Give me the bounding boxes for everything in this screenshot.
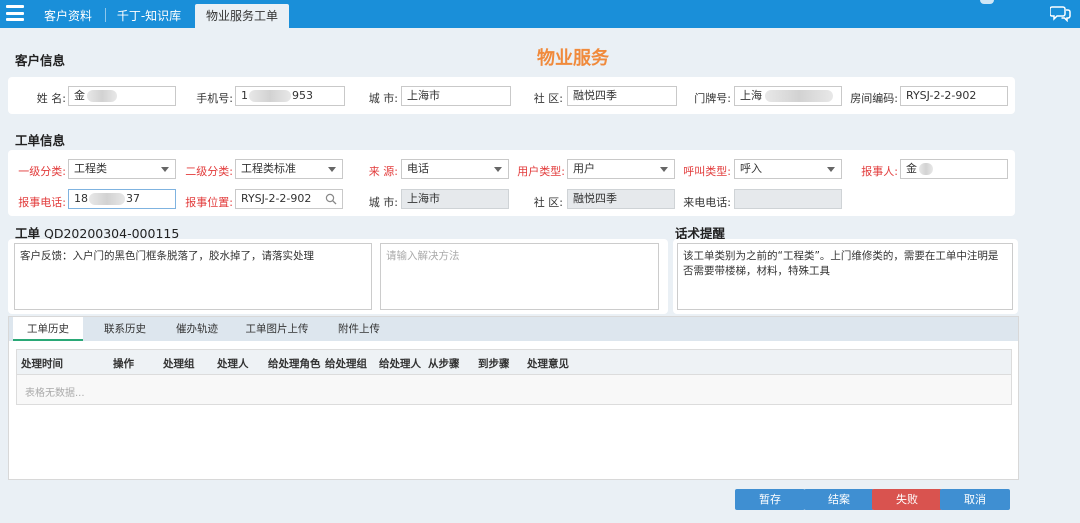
masked-text (89, 193, 125, 205)
notification-indicator (980, 0, 994, 4)
column-header[interactable]: 处理意见 (527, 356, 569, 371)
community-field[interactable]: 融悦四季 (567, 86, 677, 106)
incoming-phone-field (734, 189, 842, 209)
column-header[interactable]: 到步骤 (478, 356, 510, 371)
masked-text (249, 90, 291, 102)
tab-contact-history[interactable]: 联系历史 (89, 317, 161, 341)
user-type-value: 用户 (573, 162, 595, 175)
column-header[interactable]: 处理时间 (21, 356, 63, 371)
name-label: 姓 名: (36, 92, 66, 105)
chevron-down-icon (161, 167, 169, 172)
tab-urge-track[interactable]: 催办轨迹 (161, 317, 233, 341)
reporter-value: 金 (906, 162, 917, 175)
phone-prefix: 1 (241, 89, 248, 102)
column-header[interactable]: 给处理角色 (268, 356, 321, 371)
top-nav-bar: 客户资料 千丁-知识库 物业服务工单 (0, 0, 1080, 28)
column-header[interactable]: 处理组 (163, 356, 195, 371)
ticket-community-label: 社 区: (533, 196, 563, 209)
nav-tab-knowledge-base[interactable]: 千丁-知识库 (108, 4, 190, 28)
chat-icon[interactable] (1050, 4, 1072, 22)
source-value: 电话 (407, 162, 429, 175)
category1-label: 一级分类: (18, 165, 66, 178)
close-case-button[interactable]: 结案 (804, 489, 874, 510)
history-table-header: 处理时间 操作 处理组 处理人 给处理角色 给处理组 给处理人 从步骤 到步骤 … (16, 349, 1012, 375)
tab-attachment-upload[interactable]: 附件上传 (329, 317, 389, 341)
city-field[interactable]: 上海市 (401, 86, 511, 106)
door-field[interactable]: 上海 (734, 86, 842, 106)
chevron-down-icon (328, 167, 336, 172)
user-type-select[interactable]: 用户 (567, 159, 675, 179)
table-empty-message: 表格无数据... (16, 375, 1012, 405)
city-label: 城 市: (368, 92, 398, 105)
search-icon[interactable] (325, 193, 337, 205)
name-field[interactable]: 金 (68, 86, 176, 106)
ticket-city-label: 城 市: (368, 196, 398, 209)
solution-textarea[interactable]: 请输入解决方法 (380, 243, 659, 310)
menu-icon[interactable] (6, 5, 24, 21)
tab-image-upload[interactable]: 工单图片上传 (237, 317, 317, 341)
chevron-down-icon (494, 167, 502, 172)
chevron-down-icon (660, 167, 668, 172)
history-tab-bar: 工单历史 联系历史 催办轨迹 工单图片上传 附件上传 (9, 317, 1018, 341)
category2-select[interactable]: 工程类标准 (235, 159, 343, 179)
nav-tab-customer-info[interactable]: 客户资料 (34, 4, 102, 28)
reporter-field[interactable]: 金 (900, 159, 1008, 179)
door-value: 上海 (740, 89, 762, 102)
ticket-info-title: 工单信息 (15, 133, 66, 148)
feedback-textarea[interactable]: 客户反馈：入户门的黑色门框条脱落了，胶水掉了，请落实处理 (14, 243, 372, 310)
column-header[interactable]: 从步骤 (428, 356, 460, 371)
category2-label: 二级分类: (185, 165, 233, 178)
column-header[interactable]: 操作 (113, 356, 134, 371)
report-location-field[interactable]: RYSJ-2-2-902 (235, 189, 343, 209)
ticket-community-field: 融悦四季 (567, 189, 675, 209)
masked-text (87, 90, 117, 102)
fail-button[interactable]: 失败 (872, 489, 942, 510)
incoming-phone-label: 来电电话: (683, 196, 731, 209)
phone-field[interactable]: 1 953 (235, 86, 345, 106)
masked-text (765, 90, 833, 102)
cancel-button[interactable]: 取消 (940, 489, 1010, 510)
phone-suffix: 953 (292, 89, 313, 102)
category1-value: 工程类 (74, 162, 107, 175)
phone-label: 手机号: (196, 92, 233, 105)
community-label: 社 区: (533, 92, 563, 105)
script-tip-text: 该工单类别为之前的“工程类”。上门维修类的，需要在工单中注明是否需要带楼梯，材料… (677, 243, 1013, 310)
column-header[interactable]: 处理人 (217, 356, 249, 371)
masked-text (919, 163, 933, 175)
column-header[interactable]: 给处理组 (325, 356, 367, 371)
chevron-down-icon (827, 167, 835, 172)
page-title: 物业服务 (537, 48, 609, 69)
ticket-info-panel: 一级分类: 工程类 二级分类: 工程类标准 来 源: 电话 用户类型: 用户 呼… (8, 150, 1015, 216)
call-type-value: 呼入 (740, 162, 762, 175)
category1-select[interactable]: 工程类 (68, 159, 176, 179)
column-header[interactable]: 给处理人 (379, 356, 421, 371)
call-type-select[interactable]: 呼入 (734, 159, 842, 179)
report-phone-label: 报事电话: (18, 196, 66, 209)
nav-tab-property-ticket[interactable]: 物业服务工单 (195, 4, 289, 28)
user-type-label: 用户类型: (517, 165, 565, 178)
customer-info-panel: 姓 名: 金 手机号: 1 953 城 市: 上海市 社 区: 融悦四季 门牌号:… (8, 77, 1015, 114)
history-tabs-panel: 工单历史 联系历史 催办轨迹 工单图片上传 附件上传 处理时间 操作 处理组 处… (8, 316, 1019, 480)
tab-ticket-history[interactable]: 工单历史 (13, 317, 83, 341)
report-location-value: RYSJ-2-2-902 (241, 192, 312, 205)
save-draft-button[interactable]: 暂存 (735, 489, 805, 510)
category2-value: 工程类标准 (241, 162, 296, 175)
source-label: 来 源: (368, 165, 398, 178)
report-phone-suffix: 37 (126, 192, 140, 205)
source-select[interactable]: 电话 (401, 159, 509, 179)
name-value: 金 (74, 89, 85, 102)
door-label: 门牌号: (694, 92, 731, 105)
nav-separator (105, 8, 106, 22)
room-code-field[interactable]: RYSJ-2-2-902 (900, 86, 1008, 106)
report-location-label: 报事位置: (185, 196, 233, 209)
ticket-city-field: 上海市 (401, 189, 509, 209)
call-type-label: 呼叫类型: (683, 165, 731, 178)
report-phone-prefix: 18 (74, 192, 88, 205)
report-phone-field[interactable]: 18 37 (68, 189, 176, 209)
room-code-label: 房间编码: (850, 92, 898, 105)
reporter-label: 报事人: (861, 165, 898, 178)
customer-info-title: 客户信息 (15, 53, 66, 68)
